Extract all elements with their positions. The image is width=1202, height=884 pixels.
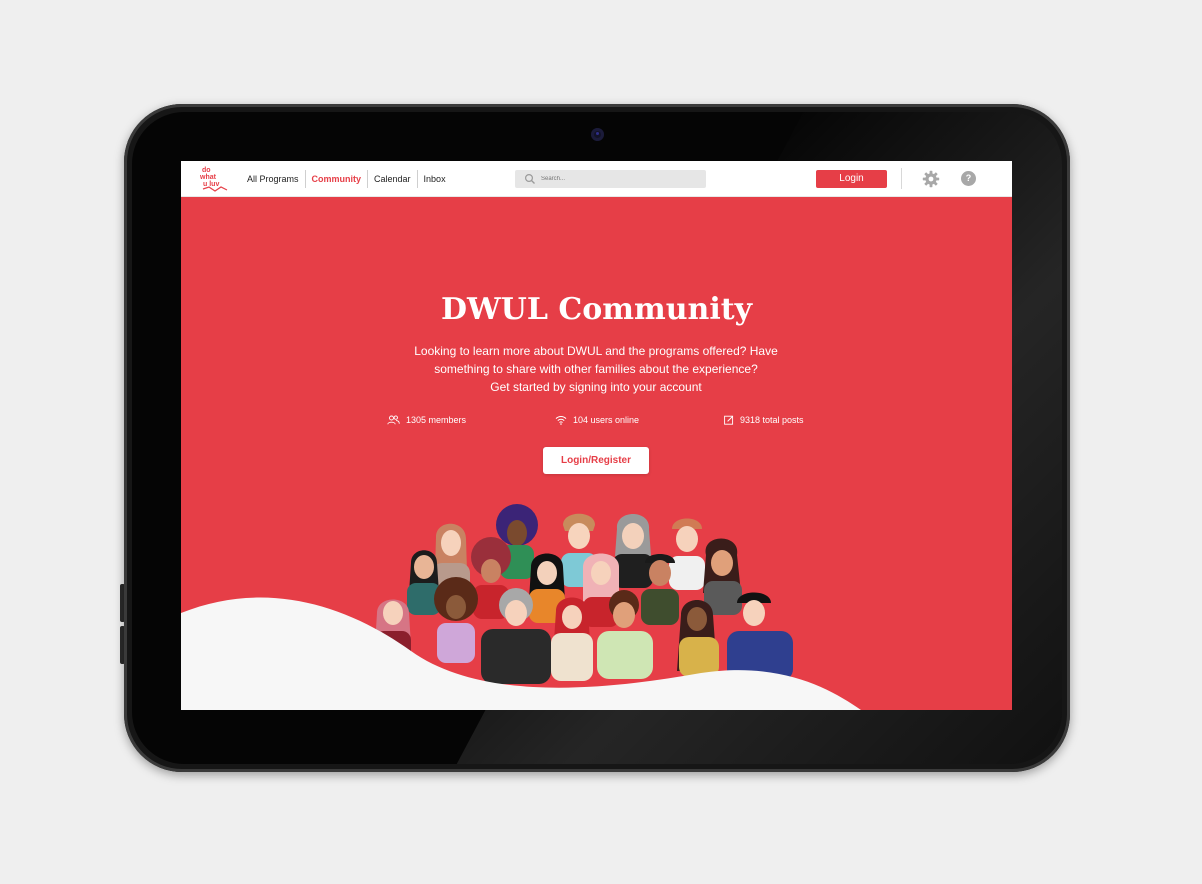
svg-text:what: what xyxy=(199,174,217,181)
person-figure xyxy=(551,597,593,681)
stat-online-text: 104 users online xyxy=(573,415,640,425)
login-button[interactable]: Login xyxy=(816,170,887,188)
hero-description-line: Looking to learn more about DWUL and the… xyxy=(414,344,778,358)
search-box[interactable] xyxy=(515,170,706,188)
page-title: DWUL Community xyxy=(440,292,753,327)
nav-divider xyxy=(901,168,902,189)
gear-icon[interactable] xyxy=(922,170,940,188)
search-icon xyxy=(524,173,535,184)
front-camera xyxy=(591,128,604,141)
search-input[interactable] xyxy=(541,172,701,186)
person-figure xyxy=(669,518,705,590)
top-nav-bar: do what u luv All Programs Community Cal… xyxy=(181,161,1012,197)
hero-description: Looking to learn more about DWUL and the… xyxy=(396,342,796,396)
login-register-button[interactable]: Login/Register xyxy=(543,447,649,474)
hero-description-line: Get started by signing into your account xyxy=(490,380,702,394)
stat-posts-text: 9318 total posts xyxy=(740,415,804,425)
wifi-icon xyxy=(555,416,567,425)
help-icon[interactable]: ? xyxy=(961,171,976,186)
hero-description-line: something to share with other families a… xyxy=(434,362,758,376)
nav-all-programs[interactable]: All Programs xyxy=(241,170,305,188)
stat-members: 1305 members xyxy=(387,415,466,425)
person-figure xyxy=(434,577,478,663)
nav-inbox[interactable]: Inbox xyxy=(416,170,452,188)
nav-calendar[interactable]: Calendar xyxy=(367,170,417,188)
stat-members-text: 1305 members xyxy=(406,415,467,425)
person-figure xyxy=(703,538,742,615)
svg-text:do: do xyxy=(202,167,211,174)
stat-posts: 9318 total posts xyxy=(724,415,804,425)
members-icon xyxy=(387,415,400,425)
edit-icon xyxy=(724,415,734,425)
community-people-illustration xyxy=(181,504,861,710)
dwul-logo[interactable]: do what u luv xyxy=(199,164,233,194)
nav-community[interactable]: Community xyxy=(304,170,368,188)
stat-online: 104 users online xyxy=(555,415,639,425)
logo-mark-icon: do what u luv xyxy=(199,167,228,192)
svg-text:u luv: u luv xyxy=(203,181,219,188)
main-nav: All Programs Community Calendar Inbox xyxy=(241,170,452,188)
app-screen: do what u luv All Programs Community Cal… xyxy=(181,161,1012,710)
